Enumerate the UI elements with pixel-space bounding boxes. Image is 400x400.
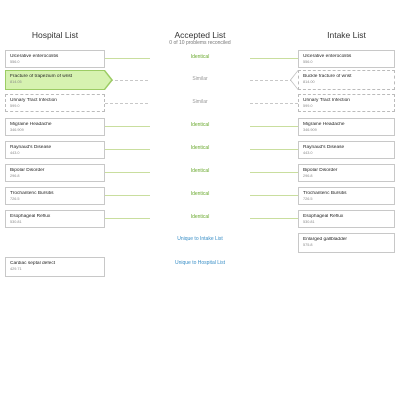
problem-code: 443.0 [10, 151, 20, 155]
hospital-problem-card[interactable]: Bipolar Disorder 296.8 [5, 164, 105, 182]
intake-problem-card[interactable]: Migraine Headache 346.909 [298, 118, 395, 136]
selected-arrow-icon [104, 71, 111, 89]
reconciled-count: 0 of 10 problems reconciled [169, 40, 231, 46]
intake-problem-card[interactable]: Raynaud's Disease 443.0 [298, 141, 395, 159]
problem-code: 346.909 [10, 128, 24, 132]
unique-to-hospital-link[interactable]: Unique to Hospital List [120, 260, 280, 266]
problem-code: 575.8 [303, 243, 313, 247]
problem-code: 296.8 [10, 174, 20, 178]
intake-problem-card[interactable]: Esophageal Reflux 530.81 [298, 210, 395, 228]
problem-code: 530.81 [303, 220, 315, 224]
problem-code: 530.81 [10, 220, 22, 224]
hospital-problem-card[interactable]: Esophageal Reflux 530.81 [5, 210, 105, 228]
hospital-problem-card[interactable]: Urinary Tract Infection 599.0 [5, 94, 105, 112]
intake-unique-problem-card[interactable]: Enlarged gallbladder 575.8 [298, 233, 395, 253]
hospital-problem-card[interactable]: Raynaud's Disease 443.0 [5, 141, 105, 159]
problem-code: 599.0 [10, 104, 20, 108]
intake-problem-card[interactable]: Buckle fracture of wrist 814.00 [298, 70, 395, 90]
intake-problem-card[interactable]: Urinary Tract Infection 599.0 [298, 94, 395, 112]
accepted-list-title: Accepted List [174, 30, 226, 40]
problem-code: 346.909 [303, 128, 317, 132]
match-label: Identical [150, 168, 250, 174]
problem-code: 726.5 [10, 197, 20, 201]
intake-problem-card[interactable]: Trochanteric Bursitis 726.5 [298, 187, 395, 205]
match-label: Identical [150, 214, 250, 220]
problem-code: 296.8 [303, 174, 313, 178]
match-label: Identical [150, 54, 250, 60]
problem-code: 599.0 [303, 104, 313, 108]
match-label: Similar [150, 99, 250, 105]
unique-to-intake-link[interactable]: Unique to Intake List [120, 236, 280, 242]
hospital-problem-card-selected[interactable]: Fracture of trapezium of wrist 814.05 [5, 70, 105, 90]
hospital-unique-problem-card[interactable]: Cardiac septal defect 429.71 [5, 257, 105, 277]
intake-problem-card[interactable]: Ulcerative enterocolitis 556.0 [298, 50, 395, 68]
match-label: Identical [150, 145, 250, 151]
hospital-problem-card[interactable]: Ulcerative enterocolitis 556.0 [5, 50, 105, 68]
problem-code: 443.0 [303, 151, 313, 155]
hospital-problem-card[interactable]: Trochanteric Bursitis 726.5 [5, 187, 105, 205]
hospital-list-title: Hospital List [31, 30, 79, 40]
match-label: Identical [150, 122, 250, 128]
intake-list-title: Intake List [327, 30, 366, 40]
problem-code: 814.05 [10, 80, 22, 84]
problem-code: 726.5 [303, 197, 313, 201]
problem-code: 814.00 [303, 80, 315, 84]
problem-code: 556.0 [303, 60, 313, 64]
problem-code: 429.71 [10, 267, 22, 271]
problem-code: 556.0 [10, 60, 20, 64]
match-label: Similar [150, 76, 250, 82]
match-label: Identical [150, 191, 250, 197]
intake-problem-card[interactable]: Bipolar Disorder 296.8 [298, 164, 395, 182]
hospital-problem-card[interactable]: Migraine Headache 346.909 [5, 118, 105, 136]
similar-arrow-icon [291, 71, 298, 89]
